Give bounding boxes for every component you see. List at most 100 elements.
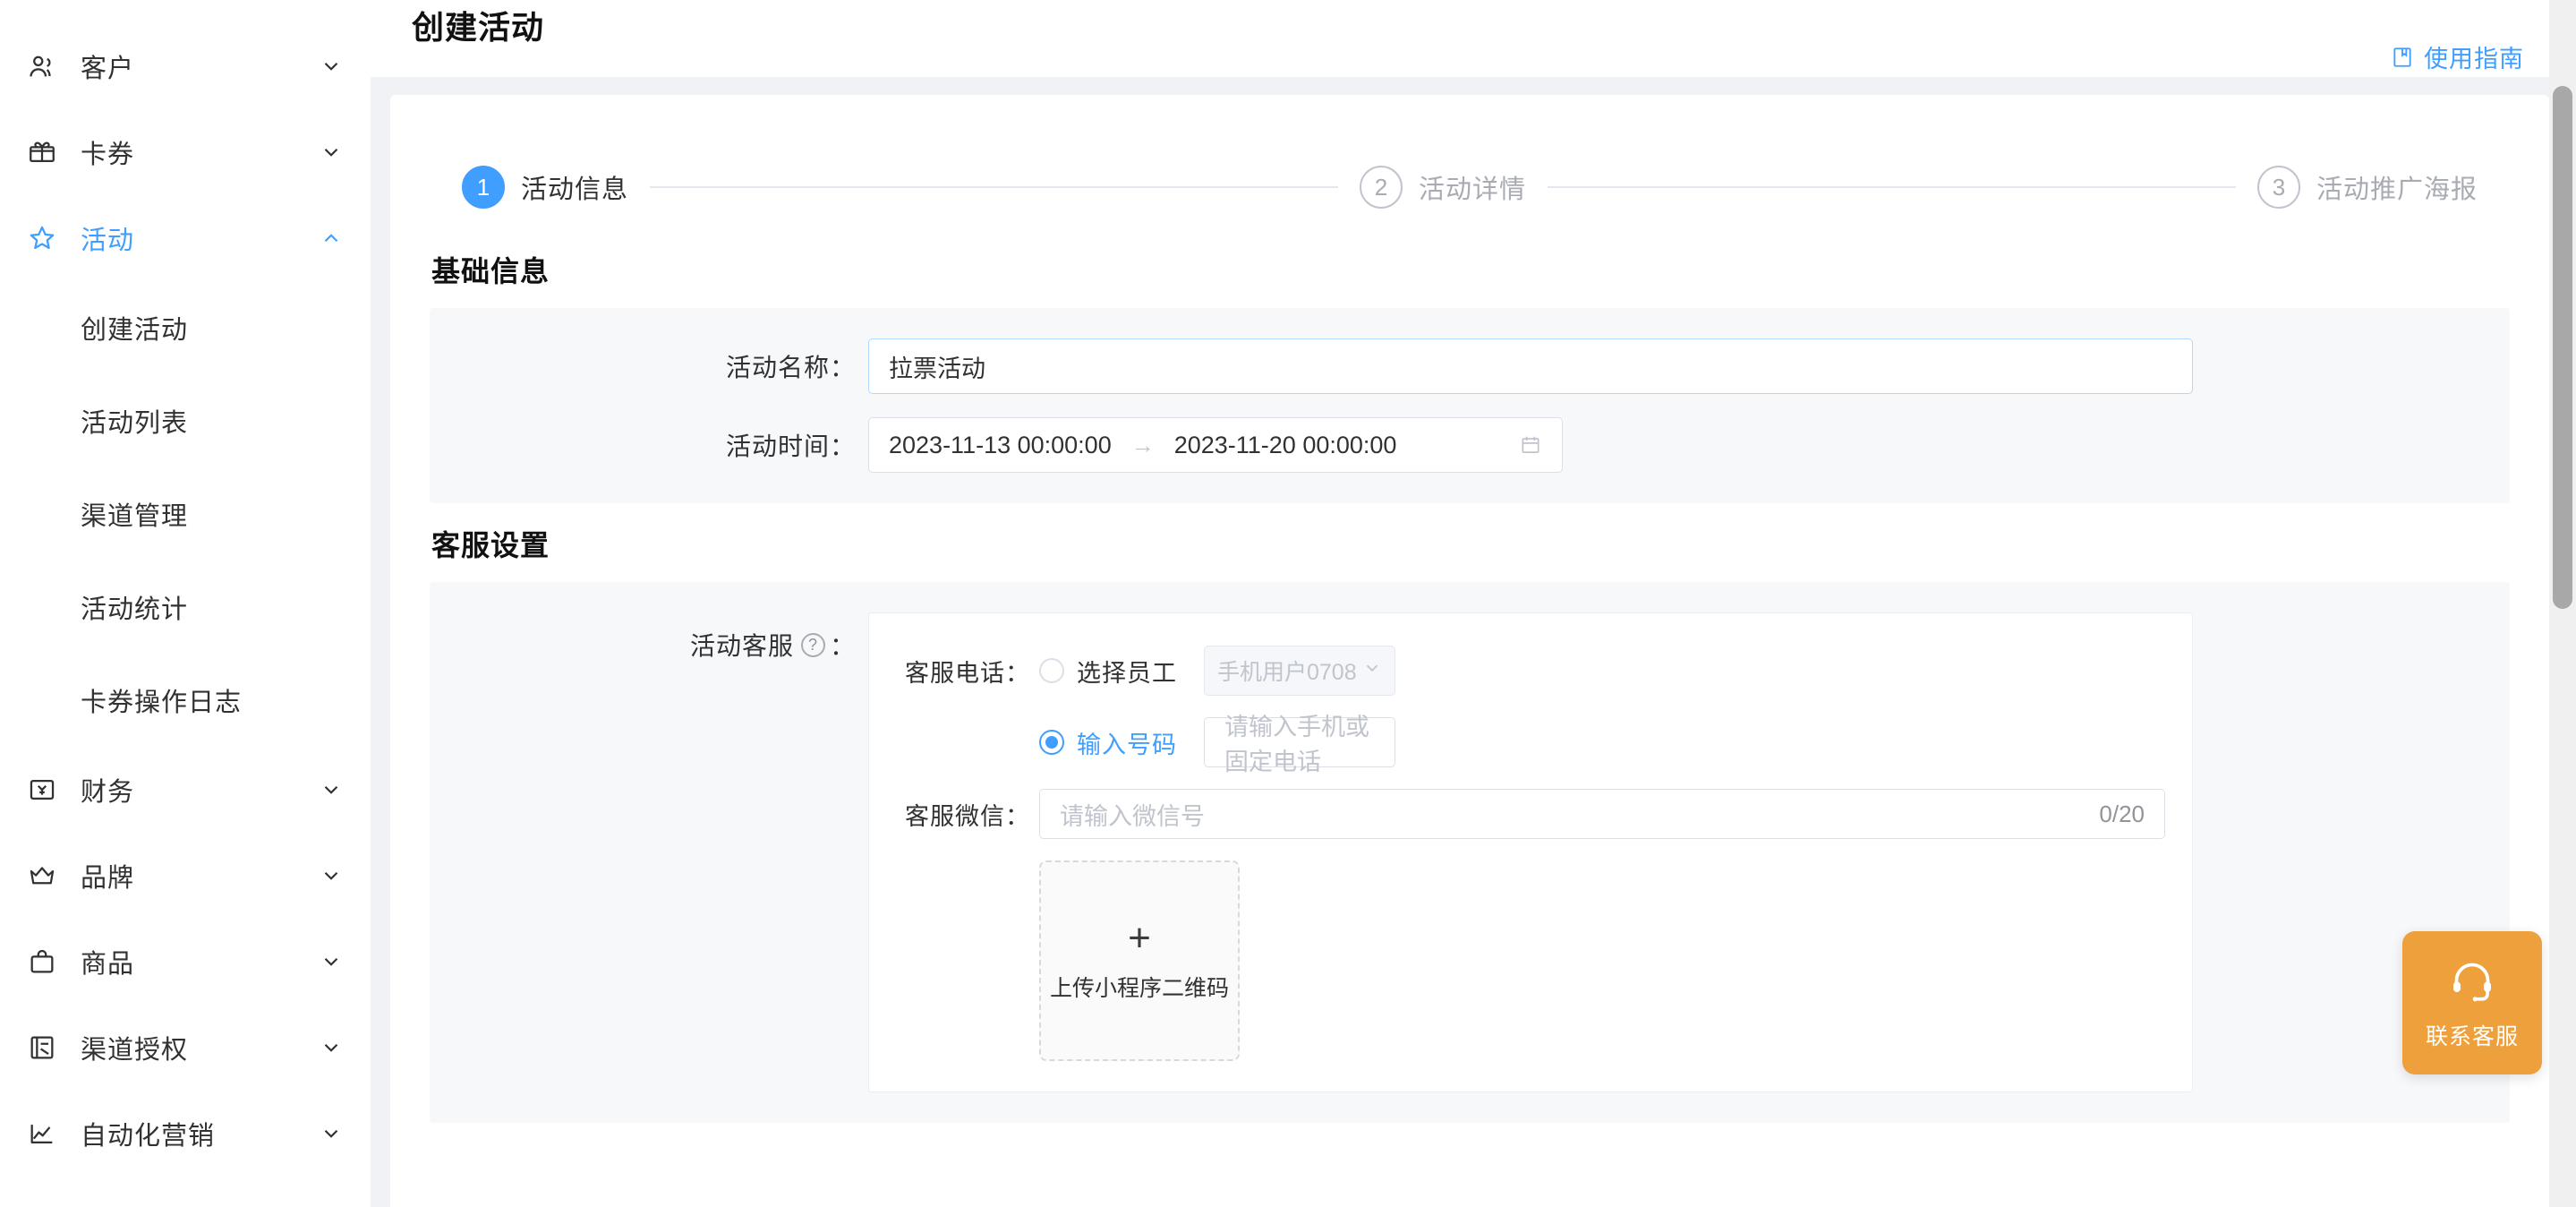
service-phone-placeholder: 请输入手机或固定电话 [1224, 714, 1369, 775]
sidebar-item-label: 活动 [81, 227, 135, 255]
sidebar-subitem-coupon-log[interactable]: 卡券操作日志 [0, 654, 371, 747]
service-phone-input[interactable]: 请输入手机或固定电话 [1204, 714, 1395, 775]
date-range-start[interactable]: 2023-11-13 00:00:00 [889, 432, 1112, 459]
activity-name-row: 活动名称： 拉票活动 [430, 338, 2510, 394]
shop-icon [25, 1031, 59, 1065]
form-card: 1 活动信息 2 活动详情 3 活动推广海报 基础信息 活动名称： 拉票活动 活… [390, 95, 2549, 1207]
headset-icon [2447, 955, 2497, 1010]
service-phone-number-row: 输入号码 请输入手机或固定电话 [896, 714, 2165, 775]
sidebar-subitem-label: 渠道管理 [81, 502, 189, 531]
step-number: 2 [1360, 166, 1403, 209]
section-title-service-settings: 客服设置 [431, 529, 550, 561]
activity-service-label-text: 活动客服 [689, 632, 794, 660]
vertical-scrollbar-track[interactable] [2549, 0, 2576, 1207]
vertical-scrollbar-thumb[interactable] [2553, 86, 2572, 609]
sidebar-item-label: 品牌 [81, 864, 135, 893]
sidebar-item-finance[interactable]: 财务 [0, 747, 371, 833]
service-qrcode-upload-row: + 上传小程序二维码 [896, 860, 2165, 1061]
sidebar-item-coupons[interactable]: 卡券 [0, 109, 371, 195]
sidebar-item-products[interactable]: 商品 [0, 919, 371, 1005]
step-1-activity-info[interactable]: 1 活动信息 [462, 166, 628, 209]
sidebar-subitem-channel-management[interactable]: 渠道管理 [0, 467, 371, 561]
radio-select-staff[interactable]: 选择员工 [1039, 654, 1177, 689]
service-wechat-input[interactable]: 请输入微信号 0/20 [1039, 789, 2165, 839]
content-scroll-area: 1 活动信息 2 活动详情 3 活动推广海报 基础信息 活动名称： 拉票活动 活… [371, 77, 2576, 1207]
chevron-down-icon [319, 949, 344, 974]
sidebar-item-label: 商品 [81, 950, 135, 979]
activity-time-label: 活动时间： [725, 432, 856, 460]
sidebar-subitem-activity-list[interactable]: 活动列表 [0, 374, 371, 467]
step-3-promo-poster[interactable]: 3 活动推广海报 [2257, 166, 2478, 209]
date-range-separator-icon: → [1130, 431, 1155, 458]
radio-dot [1039, 658, 1064, 683]
activity-date-range-picker[interactable]: 2023-11-13 00:00:00 → 2023-11-20 00:00:0… [868, 417, 1563, 473]
sidebar-item-automation-marketing[interactable]: 自动化营销 [0, 1091, 371, 1177]
sidebar-item-label: 渠道授权 [81, 1036, 189, 1065]
step-connector-1 [650, 186, 1338, 188]
upload-label: 上传小程序二维码 [1049, 976, 1229, 1001]
users-icon [25, 49, 59, 83]
contact-service-label: 联系客服 [2425, 1023, 2519, 1049]
sidebar: 首页 客户 [0, 0, 371, 1207]
question-icon[interactable]: ? [800, 632, 825, 657]
sidebar-item-channel-auth[interactable]: 渠道授权 [0, 1005, 371, 1091]
crown-icon [25, 859, 59, 893]
basic-info-panel: 活动名称： 拉票活动 活动时间： 2023-11-13 00:00:00 → 2… [430, 308, 2510, 503]
step-number: 1 [462, 166, 505, 209]
radio-label: 选择员工 [1077, 659, 1177, 687]
date-range-end[interactable]: 2023-11-20 00:00:00 [1174, 432, 1397, 459]
service-config-box: 客服电话： 选择员工 手机用户0708(... [868, 612, 2193, 1092]
page-title: 创建活动 [412, 9, 545, 46]
plus-icon: + [1128, 916, 1151, 960]
activity-name-value: 拉票活动 [889, 355, 985, 382]
chart-line-icon [25, 1117, 59, 1151]
service-wechat-counter: 0/20 [2099, 800, 2145, 827]
contact-service-float-button[interactable]: 联系客服 [2402, 931, 2542, 1074]
usage-guide-link[interactable]: 使用指南 [2391, 39, 2524, 74]
sidebar-subitem-label: 活动统计 [81, 595, 189, 624]
usage-guide-label: 使用指南 [2424, 46, 2524, 73]
sidebar-item-clipped-top[interactable]: 首页 [0, 0, 371, 23]
sidebar-item-label: 卡券 [81, 141, 135, 169]
wallet-icon [25, 773, 59, 807]
chevron-down-icon [319, 777, 344, 802]
service-phone-staff-row: 客服电话： 选择员工 手机用户0708(... [896, 646, 2165, 696]
activity-time-row: 活动时间： 2023-11-13 00:00:00 → 2023-11-20 0… [430, 417, 2510, 473]
step-label: 活动信息 [521, 175, 629, 204]
sidebar-subitem-create-activity[interactable]: 创建活动 [0, 281, 371, 374]
step-2-activity-detail[interactable]: 2 活动详情 [1360, 166, 1526, 209]
step-label: 活动推广海报 [2316, 175, 2478, 204]
chevron-down-icon [319, 1035, 344, 1060]
bag-icon [25, 945, 59, 979]
sidebar-subitem-label: 活动列表 [81, 409, 189, 438]
main-area: 创建活动 使用指南 1 活动信息 2 活动详情 3 活动推广海报 基础信息 活动… [371, 0, 2576, 1207]
sidebar-item-customers[interactable]: 客户 [0, 23, 371, 109]
step-connector-2 [1548, 186, 2236, 188]
service-settings-panel: 活动客服 ? ： 客服电话： 选择员工 手机用户0708 输入号码 请输入手机或… [430, 582, 2510, 1123]
sidebar-subitem-label: 卡券操作日志 [81, 689, 243, 717]
radio-label: 输入号码 [1077, 731, 1177, 758]
sidebar-item-home[interactable]: 首页 [0, 0, 371, 23]
chevron-down-icon [1362, 658, 1382, 684]
activity-name-input[interactable]: 拉票活动 [868, 338, 2193, 394]
sidebar-subitem-activity-stats[interactable]: 活动统计 [0, 561, 371, 654]
book-icon [2391, 45, 2414, 70]
radio-input-number[interactable]: 输入号码 [1039, 725, 1177, 760]
chevron-down-icon [319, 54, 344, 79]
upload-miniprogram-qrcode-button[interactable]: + 上传小程序二维码 [1039, 860, 1240, 1061]
staff-select[interactable]: 手机用户0708(... [1204, 646, 1395, 696]
sidebar-item-activity[interactable]: 活动 [0, 195, 371, 281]
activity-service-label: 活动客服 ? ： [430, 612, 868, 663]
chevron-up-icon [319, 226, 344, 251]
step-number: 3 [2257, 166, 2300, 209]
service-wechat-row: 客服微信： 请输入微信号 0/20 [896, 789, 2165, 839]
sidebar-item-label: 自动化营销 [81, 1122, 216, 1151]
sidebar-subitem-label: 创建活动 [81, 316, 189, 345]
service-phone-label: 客服电话： [905, 659, 1030, 687]
sidebar-item-label: 财务 [81, 778, 135, 807]
chevron-down-icon [319, 863, 344, 888]
activity-name-label: 活动名称： [725, 354, 856, 381]
sidebar-item-brand[interactable]: 品牌 [0, 833, 371, 919]
chevron-down-icon [319, 140, 344, 165]
step-indicator: 1 活动信息 2 活动详情 3 活动推广海报 [430, 95, 2510, 229]
